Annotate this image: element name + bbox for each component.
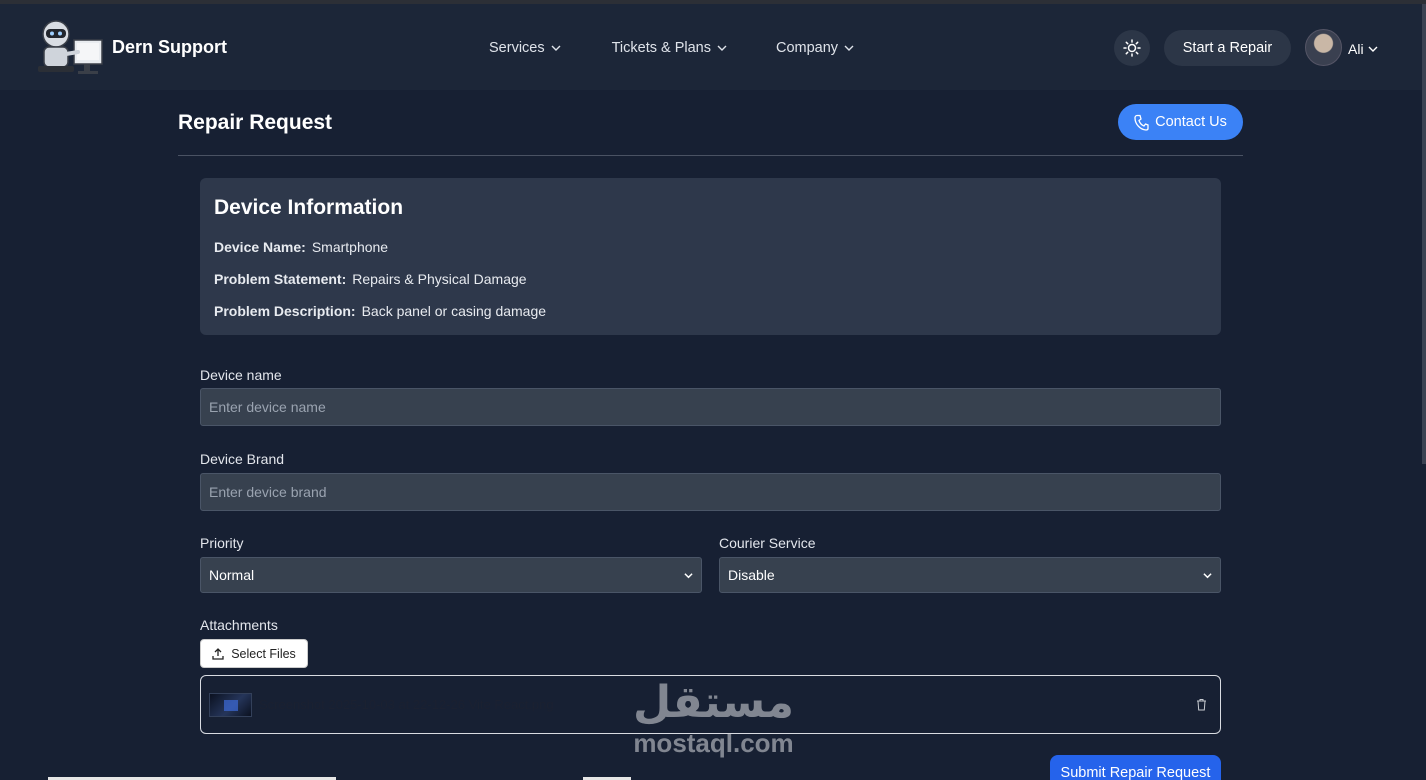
info-label: Device Name: (214, 239, 306, 255)
chevron-down-icon (1368, 46, 1378, 52)
start-repair-button[interactable]: Start a Repair (1164, 30, 1291, 66)
device-name-row: Device Name: Smartphone (214, 239, 388, 255)
robot-logo-icon (38, 20, 103, 74)
contact-us-button[interactable]: Contact Us (1118, 104, 1243, 140)
info-label: Problem Statement: (214, 271, 347, 287)
chevron-down-icon (1203, 572, 1212, 578)
theme-toggle-button[interactable] (1114, 30, 1150, 66)
nav-company-label: Company (776, 40, 839, 56)
submit-repair-request-button[interactable]: Submit Repair Request (1050, 755, 1221, 780)
page-title: Repair Request (178, 111, 333, 134)
device-name-input[interactable] (200, 388, 1221, 426)
info-value: Repairs & Physical Damage (352, 271, 527, 287)
file-name: Screenshot 2025-10-03 at 22-12-26 Vite R… (259, 697, 554, 712)
device-information-title: Device Information (214, 196, 404, 219)
nav-tickets-plans-label: Tickets & Plans (611, 40, 711, 56)
problem-description-row: Problem Description: Back panel or casing… (214, 303, 546, 319)
courier-selected-value: Disable (728, 567, 775, 583)
chevron-down-icon (844, 45, 854, 51)
brand[interactable]: Dern Support (30, 16, 227, 78)
avatar[interactable] (1305, 29, 1342, 66)
file-thumbnail (209, 693, 252, 717)
chevron-down-icon (551, 45, 561, 51)
scrollbar[interactable] (1422, 4, 1426, 464)
navbar: Dern Support Services Tickets & Plans Co… (0, 4, 1426, 90)
watermark-arabic: مستقل (633, 677, 794, 728)
phone-icon (1134, 114, 1149, 131)
info-label: Problem Description: (214, 303, 356, 319)
watermark-latin: mostaql.com (633, 728, 794, 758)
priority-label: Priority (200, 535, 244, 551)
user-menu[interactable]: Ali (1348, 41, 1378, 57)
main-nav: Services Tickets & Plans Company (489, 40, 854, 56)
nav-services[interactable]: Services (489, 40, 561, 56)
device-brand-input[interactable] (200, 473, 1221, 511)
nav-tickets-plans[interactable]: Tickets & Plans (612, 40, 727, 56)
device-name-label: Device name (200, 367, 282, 383)
chevron-down-icon (684, 572, 693, 578)
sun-icon (1123, 39, 1141, 57)
device-brand-label: Device Brand (200, 451, 285, 467)
priority-selected-value: Normal (209, 567, 255, 583)
courier-service-select[interactable]: Disable (719, 557, 1221, 593)
nav-company[interactable]: Company (776, 40, 854, 56)
watermark: مستقل mostaql.com (626, 677, 801, 759)
title-divider (178, 155, 1243, 156)
contact-us-label: Contact Us (1155, 114, 1227, 130)
upload-icon (212, 647, 224, 660)
brand-name: Dern Support (112, 36, 227, 57)
priority-select[interactable]: Normal (200, 557, 702, 593)
trash-icon[interactable] (1196, 698, 1207, 711)
select-files-button[interactable]: Select Files (200, 639, 308, 668)
select-files-label: Select Files (231, 646, 296, 661)
attachments-label: Attachments (200, 617, 278, 633)
chevron-down-icon (717, 45, 727, 51)
info-value: Back panel or casing damage (361, 303, 547, 319)
nav-services-label: Services (489, 40, 545, 56)
problem-statement-row: Problem Statement: Repairs & Physical Dam… (214, 271, 527, 287)
device-information-card: Device Information Device Name: Smartphon… (200, 178, 1221, 335)
user-name: Ali (1348, 41, 1364, 57)
courier-service-label: Courier Service (719, 535, 816, 551)
info-value: Smartphone (311, 239, 389, 255)
